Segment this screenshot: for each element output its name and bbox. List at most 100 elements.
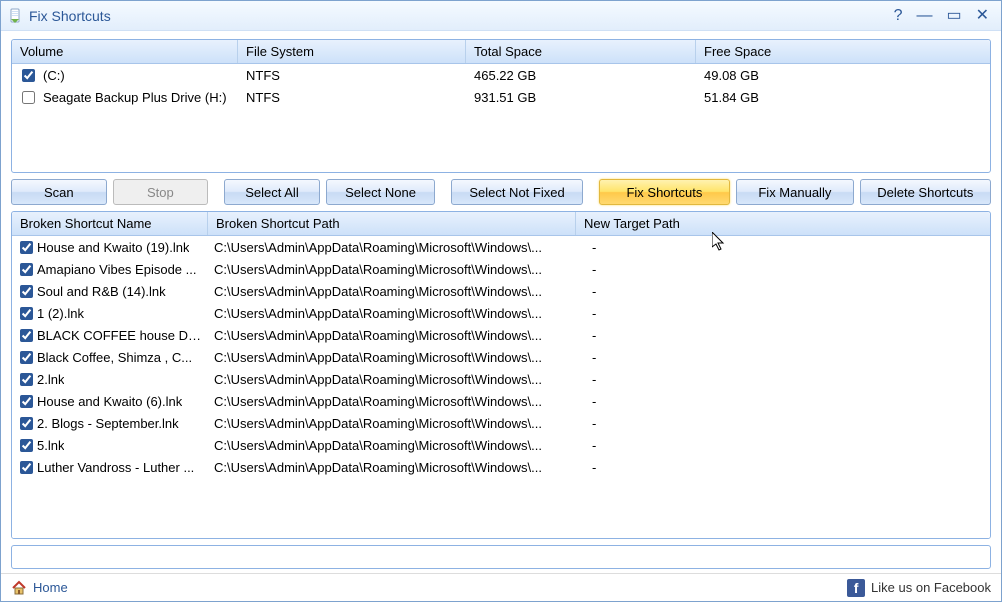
app-icon (7, 8, 23, 24)
shortcut-checkbox[interactable] (20, 241, 33, 254)
shortcut-target: - (576, 306, 990, 321)
shortcut-name: Amapiano Vibes Episode ... (37, 262, 196, 277)
shortcut-target: - (576, 460, 990, 475)
shortcut-name: 2. Blogs - September.lnk (37, 416, 179, 431)
volume-checkbox[interactable] (22, 91, 35, 104)
shortcut-path: C:\Users\Admin\AppData\Roaming\Microsoft… (208, 372, 576, 387)
delete-shortcuts-button[interactable]: Delete Shortcuts (860, 179, 991, 205)
home-link[interactable]: Home (33, 580, 68, 595)
shortcut-row[interactable]: 5.lnk C:\Users\Admin\AppData\Roaming\Micr… (12, 434, 990, 456)
shortcut-name: Black Coffee, Shimza , C... (37, 350, 192, 365)
volume-fs: NTFS (238, 90, 466, 105)
titlebar: Fix Shortcuts ? — ▭ ✕ (1, 1, 1001, 31)
col-header-shortcut-path[interactable]: Broken Shortcut Path (208, 212, 576, 235)
shortcut-path: C:\Users\Admin\AppData\Roaming\Microsoft… (208, 460, 576, 475)
shortcut-target: - (576, 262, 990, 277)
shortcut-body[interactable]: House and Kwaito (19).lnk C:\Users\Admin\… (12, 236, 990, 538)
facebook-link[interactable]: Like us on Facebook (871, 580, 991, 595)
shortcut-row[interactable]: Luther Vandross - Luther ... C:\Users\Adm… (12, 456, 990, 478)
shortcut-path: C:\Users\Admin\AppData\Roaming\Microsoft… (208, 394, 576, 409)
shortcut-name: BLACK COFFEE house DJ... (37, 328, 202, 343)
shortcut-checkbox[interactable] (20, 439, 33, 452)
shortcut-name: 2.lnk (37, 372, 64, 387)
volume-free: 49.08 GB (696, 68, 990, 83)
home-icon[interactable] (11, 580, 27, 596)
select-all-button[interactable]: Select All (224, 179, 320, 205)
shortcut-path: C:\Users\Admin\AppData\Roaming\Microsoft… (208, 350, 576, 365)
shortcut-target: - (576, 394, 990, 409)
col-header-shortcut-name[interactable]: Broken Shortcut Name (12, 212, 208, 235)
volume-table: Volume File System Total Space Free Spac… (11, 39, 991, 173)
select-none-button[interactable]: Select None (326, 179, 436, 205)
shortcut-path: C:\Users\Admin\AppData\Roaming\Microsoft… (208, 306, 576, 321)
shortcut-path: C:\Users\Admin\AppData\Roaming\Microsoft… (208, 240, 576, 255)
shortcut-name: Luther Vandross - Luther ... (37, 460, 194, 475)
shortcut-name: 1 (2).lnk (37, 306, 84, 321)
shortcut-checkbox[interactable] (20, 395, 33, 408)
shortcut-checkbox[interactable] (20, 329, 33, 342)
volume-label: Seagate Backup Plus Drive (H:) (43, 90, 227, 105)
shortcut-row[interactable]: Black Coffee, Shimza , C... C:\Users\Admi… (12, 346, 990, 368)
shortcut-row[interactable]: Amapiano Vibes Episode ... C:\Users\Admin… (12, 258, 990, 280)
facebook-icon[interactable]: f (847, 579, 865, 597)
fix-shortcuts-button[interactable]: Fix Shortcuts (599, 179, 730, 205)
volume-free: 51.84 GB (696, 90, 990, 105)
shortcut-path: C:\Users\Admin\AppData\Roaming\Microsoft… (208, 262, 576, 277)
col-header-volume[interactable]: Volume (12, 40, 238, 63)
volume-fs: NTFS (238, 68, 466, 83)
shortcut-table: Broken Shortcut Name Broken Shortcut Pat… (11, 211, 991, 539)
maximize-icon[interactable]: ▭ (946, 8, 961, 24)
volume-row[interactable]: Seagate Backup Plus Drive (H:) NTFS931.51… (12, 86, 990, 108)
select-not-fixed-button[interactable]: Select Not Fixed (451, 179, 582, 205)
shortcut-target: - (576, 416, 990, 431)
bottom-bar: Home f Like us on Facebook (1, 573, 1001, 601)
volume-header: Volume File System Total Space Free Spac… (12, 40, 990, 64)
fix-manually-button[interactable]: Fix Manually (736, 179, 853, 205)
shortcut-target: - (576, 350, 990, 365)
volume-total: 465.22 GB (466, 68, 696, 83)
shortcut-checkbox[interactable] (20, 417, 33, 430)
shortcut-row[interactable]: House and Kwaito (6).lnk C:\Users\Admin\A… (12, 390, 990, 412)
shortcut-path: C:\Users\Admin\AppData\Roaming\Microsoft… (208, 416, 576, 431)
shortcut-target: - (576, 328, 990, 343)
shortcut-target: - (576, 240, 990, 255)
shortcut-target: - (576, 372, 990, 387)
help-icon[interactable]: ? (894, 8, 903, 24)
shortcut-checkbox[interactable] (20, 373, 33, 386)
col-header-filesystem[interactable]: File System (238, 40, 466, 63)
button-bar: Scan Stop Select All Select None Select … (11, 179, 991, 205)
shortcut-name: House and Kwaito (19).lnk (37, 240, 189, 255)
window-title: Fix Shortcuts (29, 8, 894, 24)
col-header-totalspace[interactable]: Total Space (466, 40, 696, 63)
shortcut-path: C:\Users\Admin\AppData\Roaming\Microsoft… (208, 328, 576, 343)
shortcut-row[interactable]: 2.lnk C:\Users\Admin\AppData\Roaming\Micr… (12, 368, 990, 390)
shortcut-row[interactable]: Soul and R&B (14).lnk C:\Users\Admin\AppD… (12, 280, 990, 302)
col-header-new-target[interactable]: New Target Path (576, 212, 990, 235)
volume-checkbox[interactable] (22, 69, 35, 82)
col-header-freespace[interactable]: Free Space (696, 40, 990, 63)
stop-button: Stop (113, 179, 209, 205)
shortcut-row[interactable]: BLACK COFFEE house DJ... C:\Users\Admin\A… (12, 324, 990, 346)
close-icon[interactable]: ✕ (976, 8, 989, 24)
shortcut-checkbox[interactable] (20, 307, 33, 320)
shortcut-checkbox[interactable] (20, 285, 33, 298)
volume-row[interactable]: (C:)NTFS465.22 GB49.08 GB (12, 64, 990, 86)
shortcut-path: C:\Users\Admin\AppData\Roaming\Microsoft… (208, 438, 576, 453)
scan-button[interactable]: Scan (11, 179, 107, 205)
shortcut-checkbox[interactable] (20, 351, 33, 364)
shortcut-name: 5.lnk (37, 438, 64, 453)
shortcut-row[interactable]: 2. Blogs - September.lnk C:\Users\Admin\A… (12, 412, 990, 434)
shortcut-row[interactable]: House and Kwaito (19).lnk C:\Users\Admin\… (12, 236, 990, 258)
shortcut-row[interactable]: 1 (2).lnk C:\Users\Admin\AppData\Roaming\… (12, 302, 990, 324)
volume-total: 931.51 GB (466, 90, 696, 105)
shortcut-target: - (576, 284, 990, 299)
shortcut-checkbox[interactable] (20, 461, 33, 474)
shortcut-checkbox[interactable] (20, 263, 33, 276)
progress-bar (11, 545, 991, 569)
minimize-icon[interactable]: — (916, 8, 932, 24)
shortcut-path: C:\Users\Admin\AppData\Roaming\Microsoft… (208, 284, 576, 299)
shortcut-header: Broken Shortcut Name Broken Shortcut Pat… (12, 212, 990, 236)
shortcut-target: - (576, 438, 990, 453)
shortcut-name: House and Kwaito (6).lnk (37, 394, 182, 409)
shortcut-name: Soul and R&B (14).lnk (37, 284, 166, 299)
